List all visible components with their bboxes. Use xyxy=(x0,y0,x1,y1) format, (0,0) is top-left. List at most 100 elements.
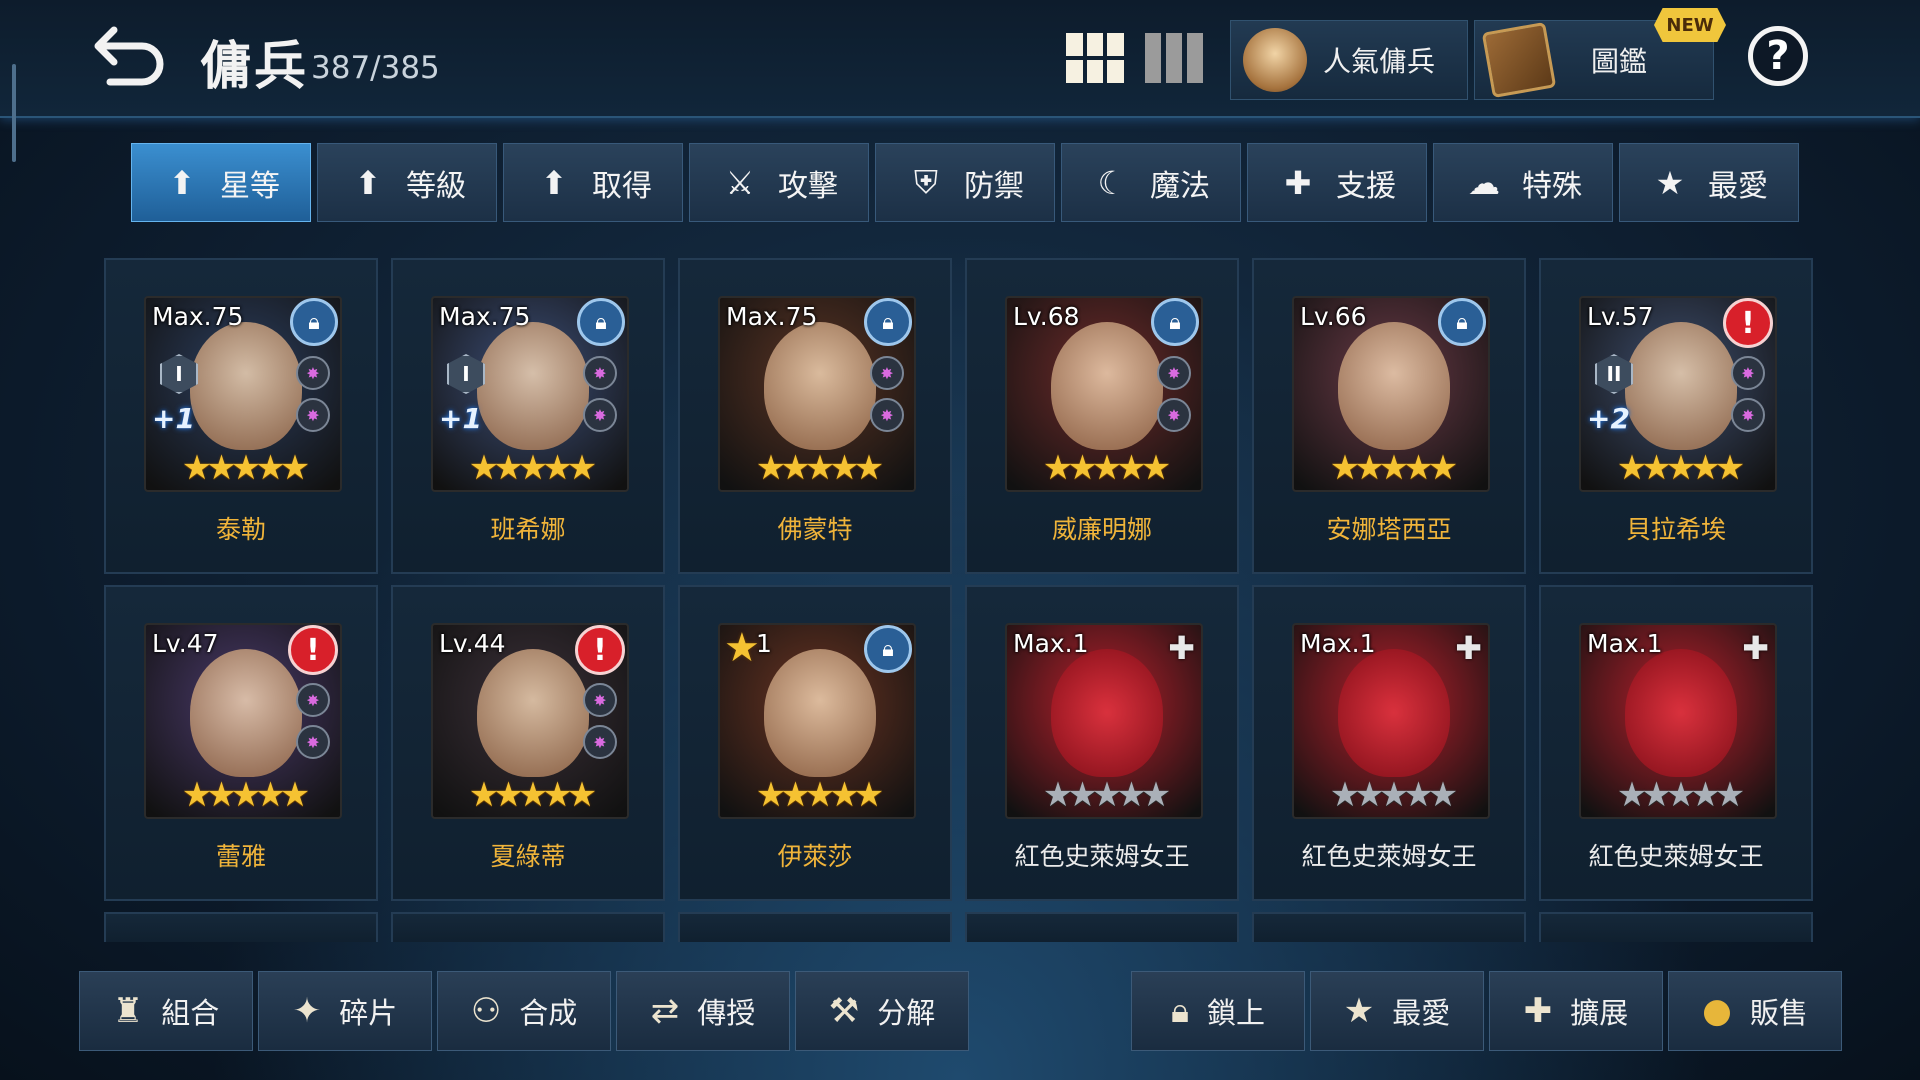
mercenary-card[interactable]: Max.1 ✚ ★★★★★ 紅色史萊姆女王 xyxy=(1539,585,1813,901)
rune-slot-icon: ✸ xyxy=(1157,356,1191,390)
character-art xyxy=(764,322,876,450)
mercenary-name: 貝拉希埃 xyxy=(1625,515,1726,544)
level-label: Max.75 xyxy=(152,302,244,331)
book-icon xyxy=(1481,21,1557,99)
level-label: Lv.44 xyxy=(439,629,506,658)
mercenary-name: 班希娜 xyxy=(490,515,566,544)
character-art xyxy=(477,322,589,450)
star-rating: ★★★★★ xyxy=(755,448,884,488)
mercenary-portrait: Lv.57! II +2 ✸ ✸ ★★★★★ xyxy=(1579,296,1777,492)
mercenary-card[interactable] xyxy=(965,912,1239,942)
lock-icon[interactable]: 🔒︎ xyxy=(1438,298,1486,346)
character-art xyxy=(477,649,589,777)
alert-icon[interactable]: ! xyxy=(288,625,338,675)
tab-magic[interactable]: ☾ 魔法 xyxy=(1061,143,1241,222)
character-art xyxy=(764,649,876,777)
tab-defense[interactable]: ⛨ 防禦 xyxy=(875,143,1055,222)
rune-slot-icon: ✸ xyxy=(870,356,904,390)
magic-icon: ☾ xyxy=(1097,163,1127,202)
sell-button[interactable]: ● 販售 xyxy=(1668,971,1842,1051)
level-label: Lv.57 xyxy=(1587,302,1654,331)
level-label: Max.75 xyxy=(439,302,531,331)
mercenary-card[interactable]: Max.75 🔒︎ I +1 ✸ ✸ ★★★★★ 班希娜 xyxy=(391,258,665,574)
lock-icon[interactable]: 🔒︎ xyxy=(290,298,338,346)
shards-button[interactable]: ✦ 碎片 xyxy=(258,971,432,1051)
back-arrow-icon xyxy=(94,26,164,86)
mercenary-portrait: Max.75 🔒︎ ✸ ✸ ★★★★★ xyxy=(718,296,916,492)
mercenary-portrait: Max.1 ✚ ★★★★★ xyxy=(1292,623,1490,819)
mercenary-card[interactable] xyxy=(1252,912,1526,942)
star-rating: ★★★★★ xyxy=(181,448,310,488)
character-art xyxy=(1625,649,1737,777)
level-label: Max.1 xyxy=(1587,629,1663,658)
help-button[interactable]: ? xyxy=(1748,26,1808,86)
tab-special[interactable]: ☁ 特殊 xyxy=(1433,143,1613,222)
lock-icon[interactable]: 🔒︎ xyxy=(1151,298,1199,346)
star-rating: ★★★★★ xyxy=(755,775,884,815)
back-button[interactable] xyxy=(90,20,170,88)
mercenary-card[interactable]: Max.1 ✚ ★★★★★ 紅色史萊姆女王 xyxy=(1252,585,1526,901)
mercenary-card[interactable]: Max.1 ✚ ★★★★★ 紅色史萊姆女王 xyxy=(965,585,1239,901)
lock-icon[interactable]: 🔒︎ xyxy=(864,298,912,346)
mercenary-card[interactable]: Max.75 🔒︎ I +1 ✸ ✸ ★★★★★ 泰勒 xyxy=(104,258,378,574)
grid-view-icon[interactable] xyxy=(1066,33,1124,83)
shards-icon: ✦ xyxy=(292,991,322,1031)
hammer-icon: ⚒ xyxy=(828,991,860,1031)
rune-slot-icon: ✸ xyxy=(296,683,330,717)
special-icon: ☁ xyxy=(1468,163,1500,202)
mercenary-name: 夏綠蒂 xyxy=(490,842,566,871)
rune-slot-icon: ✸ xyxy=(296,398,330,432)
mercenary-name: 紅色史萊姆女王 xyxy=(1588,842,1764,871)
top-bar: 傭兵 387/385 人氣傭兵 圖鑑 NEW ? xyxy=(0,0,1920,118)
rune-slot-icon: ✸ xyxy=(583,356,617,390)
mercenary-card[interactable] xyxy=(104,912,378,942)
tab-attack[interactable]: ⚔ 攻擊 xyxy=(689,143,869,222)
tab-acquired[interactable]: ⬆ 取得 xyxy=(503,143,683,222)
mercenary-card[interactable] xyxy=(1539,912,1813,942)
corner-star-icon: ★ xyxy=(724,625,760,671)
mercenary-card[interactable]: Lv.68 🔒︎ ✸ ✸ ★★★★★ 威廉明娜 xyxy=(965,258,1239,574)
alert-icon[interactable]: ! xyxy=(575,625,625,675)
lock-icon[interactable]: 🔒︎ xyxy=(864,625,912,673)
lock-icon[interactable]: 🔒︎ xyxy=(577,298,625,346)
team-button[interactable]: ♜ 組合 xyxy=(79,971,253,1051)
rune-slot-icon: ✸ xyxy=(296,356,330,390)
mercenary-card[interactable]: Lv.47! ✸ ✸ ★★★★★ 蕾雅 xyxy=(104,585,378,901)
mercenary-portrait: Max.1 ✚ ★★★★★ xyxy=(1005,623,1203,819)
combine-button[interactable]: ⚇ 合成 xyxy=(437,971,611,1051)
disassemble-button[interactable]: ⚒ 分解 xyxy=(795,971,969,1051)
tab-star-grade[interactable]: ⬆ 星等 xyxy=(131,143,311,222)
tab-level[interactable]: ⬆ 等級 xyxy=(317,143,497,222)
tab-support[interactable]: ✚ 支援 xyxy=(1247,143,1427,222)
level-label: Lv.66 xyxy=(1300,302,1367,331)
coin-icon: ● xyxy=(1702,991,1732,1031)
sword-icon: ⚔ xyxy=(725,163,755,202)
mercenary-card[interactable]: Lv.66 🔒︎ ★★★★★ 安娜塔西亞 xyxy=(1252,258,1526,574)
tab-favorite[interactable]: ★ 最愛 xyxy=(1619,143,1799,222)
mercenary-card[interactable] xyxy=(391,912,665,942)
mercenary-card[interactable]: ★ 1 🔒︎ ★★★★★ 伊萊莎 xyxy=(678,585,952,901)
mercenary-card[interactable]: Lv.57! II +2 ✸ ✸ ★★★★★ 貝拉希埃 xyxy=(1539,258,1813,574)
sort-tabs: ⬆ 星等 ⬆ 等級 ⬆ 取得 ⚔ 攻擊 ⛨ 防禦 ☾ 魔法 ✚ 支援 ☁ 特殊 … xyxy=(131,143,1799,222)
support-icon: ✚ xyxy=(1284,163,1312,202)
star-rating: ★★★★★ xyxy=(1329,448,1458,488)
favorite-button[interactable]: ★ 最愛 xyxy=(1310,971,1484,1051)
star-rating: ★★★★★ xyxy=(1042,448,1171,488)
plus-icon: ✚ xyxy=(1523,991,1553,1031)
rune-slot-icon: ✸ xyxy=(296,725,330,759)
list-view-icon[interactable] xyxy=(1145,33,1203,83)
expand-button[interactable]: ✚ 擴展 xyxy=(1489,971,1663,1051)
mercenary-name: 威廉明娜 xyxy=(1051,515,1152,544)
mercenary-portrait: ★ 1 🔒︎ ★★★★★ xyxy=(718,623,916,819)
lock-button[interactable]: 🔒︎ 鎖上 xyxy=(1131,971,1305,1051)
enhance-level: +2 xyxy=(1587,402,1630,435)
transfer-button[interactable]: ⇄ 傳授 xyxy=(616,971,790,1051)
mercenary-card[interactable] xyxy=(678,912,952,942)
mercenary-count: 387/385 xyxy=(311,50,440,86)
mercenary-card[interactable]: Max.75 🔒︎ ✸ ✸ ★★★★★ 佛蒙特 xyxy=(678,258,952,574)
mercenary-card[interactable]: Lv.44! ✸ ✸ ★★★★★ 夏綠蒂 xyxy=(391,585,665,901)
popular-mercenary-button[interactable]: 人氣傭兵 xyxy=(1230,20,1468,100)
star-rating: ★★★★★ xyxy=(1616,775,1745,815)
arrow-up-icon: ⬆ xyxy=(168,163,196,202)
alert-icon[interactable]: ! xyxy=(1723,298,1773,348)
